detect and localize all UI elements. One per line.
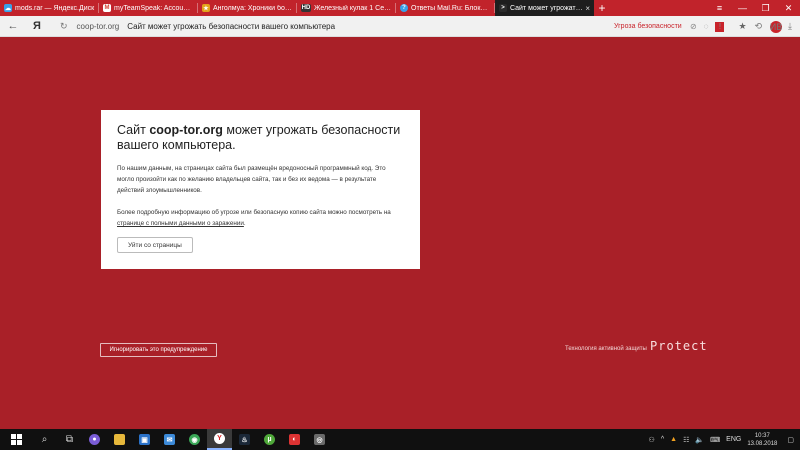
tab-title: Анголмуа: Хроники борьбы (213, 4, 293, 12)
tab-4[interactable]: ? Ответы Mail.Ru: Блокирова (396, 0, 495, 16)
teamspeak-icon[interactable]: ◐ (282, 429, 307, 450)
steam-icon[interactable]: ♨ (232, 429, 257, 450)
terminal-icon: > (499, 4, 507, 12)
security-threat-label[interactable]: Угроза безопасности (614, 16, 682, 37)
downloads-icon[interactable]: ⤓ (788, 21, 792, 32)
warning-title: Сайт coop-tor.org может угрожать безопас… (117, 123, 404, 153)
leave-page-button[interactable]: Уйти со страницы (117, 237, 193, 253)
tab-bar: ☁ mods.rar — Яндекс.Диск M myTeamSpeak: … (0, 0, 800, 16)
protect-icon[interactable]: ◌ (704, 22, 709, 31)
tab-2[interactable]: ★ Анголмуа: Хроники борьбы (198, 0, 297, 16)
cortana-icon[interactable]: ● (82, 429, 107, 450)
notifications-icon[interactable]: ▢ (787, 436, 794, 444)
security-warning-card: Сайт coop-tor.org может угрожать безопас… (101, 110, 420, 269)
close-window-icon[interactable]: ✕ (777, 0, 800, 16)
anime-site-icon: ★ (202, 4, 210, 12)
warning-paragraph-2-end: . (243, 220, 246, 227)
warning-title-site: coop-tor.org (149, 123, 223, 137)
profile-avatar[interactable]: ИВ (770, 20, 782, 33)
yandex-browser-icon[interactable]: Y (207, 429, 232, 450)
file-explorer-icon[interactable] (107, 429, 132, 450)
sync-icon[interactable]: ⟲ (754, 21, 762, 32)
back-arrow-icon[interactable]: ← (0, 20, 26, 32)
gmail-icon: M (103, 4, 111, 12)
tab-1[interactable]: M myTeamSpeak: Account Activ (99, 0, 198, 16)
keyboard-icon[interactable]: ⌨ (710, 436, 720, 444)
other-app-icon[interactable]: ◎ (307, 429, 332, 450)
mail-icon[interactable]: ✉ (157, 429, 182, 450)
warning-paragraph-1: По нашим данным, на страницах сайта был … (117, 165, 386, 194)
search-icon[interactable]: ⌕ (32, 429, 57, 450)
bookmark-star-icon[interactable]: ★ (738, 21, 746, 32)
protect-logo: Protect (650, 339, 708, 353)
active-protection-label: Технология активной защиты (565, 346, 647, 352)
tray-app-icon[interactable]: ▲ (670, 436, 677, 443)
windows-taskbar: ⌕ ⧉ ● ▣ ✉ ◉ Y ♨ µ ◐ ◎ ⚇ ^ ▲ ☷ 🔈 ⌨ ENG 10… (0, 429, 800, 450)
menu-icon[interactable]: ≡ (708, 0, 731, 16)
warning-paragraph-2-text: Более подробную информацию об угрозе или… (117, 209, 391, 216)
tab-0[interactable]: ☁ mods.rar — Яндекс.Диск (0, 0, 99, 16)
reload-icon[interactable]: ↻ (60, 21, 68, 32)
people-icon[interactable]: ⚇ (649, 436, 655, 444)
address-page-title: Сайт может угрожать безопасности вашего … (127, 22, 336, 31)
restore-icon[interactable]: ❐ (754, 0, 777, 16)
warning-title-prefix: Сайт (117, 123, 146, 137)
block-icon[interactable]: ⊘ (690, 22, 697, 31)
new-tab-button[interactable]: + (594, 0, 610, 16)
warning-paragraph-2: Более подробную информацию об угрозе или… (117, 207, 404, 229)
tab-title: mods.rar — Яндекс.Диск (15, 4, 95, 12)
navigation-bar: ← Я ↻ coop-tor.org Сайт может угрожать б… (0, 16, 800, 37)
tab-title: myTeamSpeak: Account Activ (114, 4, 194, 12)
task-view-icon[interactable]: ⧉ (57, 429, 82, 450)
hd-icon: HD (301, 4, 311, 12)
tab-3[interactable]: HD Железный кулак 1 Сезон ( (297, 0, 396, 16)
volume-icon[interactable]: 🔈 (695, 436, 704, 444)
tab-title: Железный кулак 1 Сезон ( (314, 4, 392, 12)
yandex-home-button[interactable]: Я (26, 20, 48, 32)
toolbar-right: ⟲ ИВ ⤓ (754, 16, 800, 37)
tab-title: Ответы Mail.Ru: Блокирова (411, 4, 491, 12)
language-indicator[interactable]: ENG (726, 436, 741, 443)
utorrent-icon[interactable]: µ (257, 429, 282, 450)
yandex-disk-icon: ☁ (4, 4, 12, 12)
mailru-answers-icon: ? (400, 4, 408, 12)
chrome-icon[interactable]: ◉ (182, 429, 207, 450)
address-host: coop-tor.org (76, 22, 120, 31)
network-icon[interactable]: ☷ (683, 436, 689, 444)
close-tab-icon[interactable]: × (585, 4, 590, 13)
store-icon[interactable]: ▣ (132, 429, 157, 450)
minimize-icon[interactable]: — (731, 0, 754, 16)
windows-icon[interactable] (0, 429, 32, 450)
clock-date: 13.08.2018 (747, 440, 778, 447)
infection-details-link[interactable]: странице с полными данными о заражении (117, 220, 244, 227)
tab-5-active[interactable]: > Сайт может угрожать бе × (495, 0, 594, 16)
window-controls: ≡ — ❐ ✕ (708, 0, 800, 16)
warning-badge[interactable]: ! (715, 21, 725, 32)
clock-time: 10:37 (754, 432, 770, 439)
show-hidden-icons[interactable]: ^ (661, 436, 664, 443)
address-actions: ⊘ ◌ ! ★ (690, 16, 754, 37)
clock[interactable]: 10:37 13.08.2018 (747, 432, 777, 448)
tab-title: Сайт может угрожать бе (510, 4, 584, 12)
ignore-warning-button[interactable]: Игнорировать это предупреждение (100, 343, 217, 357)
system-tray: ⚇ ^ ▲ ☷ 🔈 ⌨ ENG 10:37 13.08.2018 ▢ (649, 429, 800, 450)
